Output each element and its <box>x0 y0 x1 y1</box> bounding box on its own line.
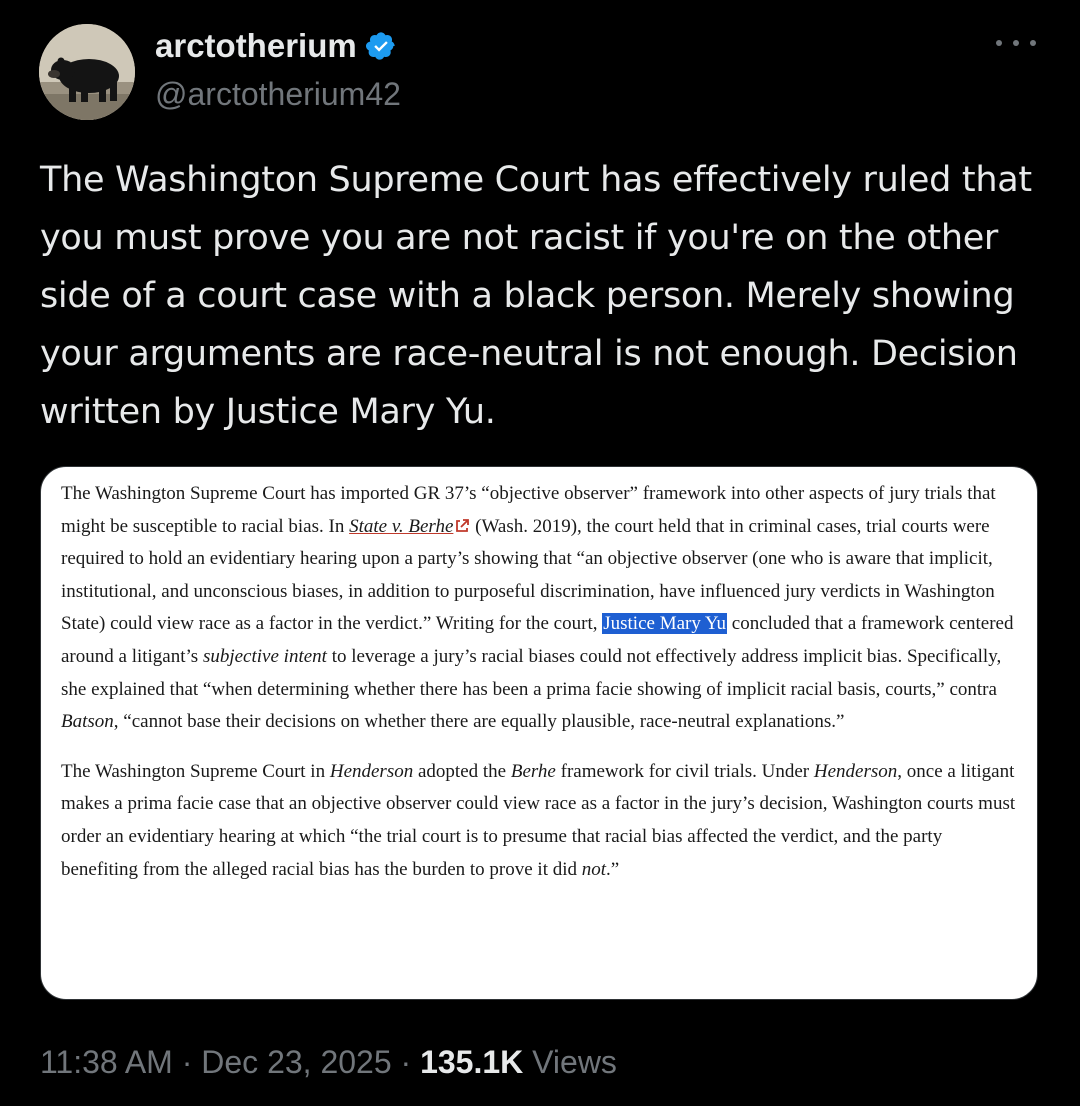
bear-photo-icon <box>39 24 135 120</box>
author-name-row[interactable]: arctotherium <box>155 26 397 66</box>
tweet-meta: 11:38 AM · Dec 23, 2025 · 135.1K Views <box>40 1044 617 1080</box>
verified-badge-icon[interactable] <box>365 30 397 62</box>
tweet-text: The Washington Supreme Court has effecti… <box>40 160 1032 432</box>
post-time[interactable]: 11:38 AM <box>40 1044 173 1080</box>
avatar[interactable] <box>39 24 135 120</box>
berhe-case-link[interactable]: State v. Berhe <box>349 516 453 537</box>
views-label: Views <box>523 1044 617 1080</box>
author-handle[interactable]: @arctotherium42 <box>155 75 401 113</box>
excerpt-paragraph-1: The Washington Supreme Court has importe… <box>61 483 1014 733</box>
highlighted-text: Justice Mary Yu <box>602 613 728 635</box>
document-excerpt: The Washington Supreme Court has importe… <box>61 478 1021 886</box>
post-date[interactable]: Dec 23, 2025 <box>201 1044 391 1080</box>
attached-image-card[interactable]: The Washington Supreme Court has importe… <box>40 466 1038 1000</box>
excerpt-paragraph-2: The Washington Supreme Court in Henderso… <box>61 760 1016 880</box>
more-options-icon[interactable] <box>996 28 1036 58</box>
external-link-icon <box>454 518 470 534</box>
views-count: 135.1K <box>420 1044 524 1080</box>
author-display-name[interactable]: arctotherium <box>155 26 357 66</box>
